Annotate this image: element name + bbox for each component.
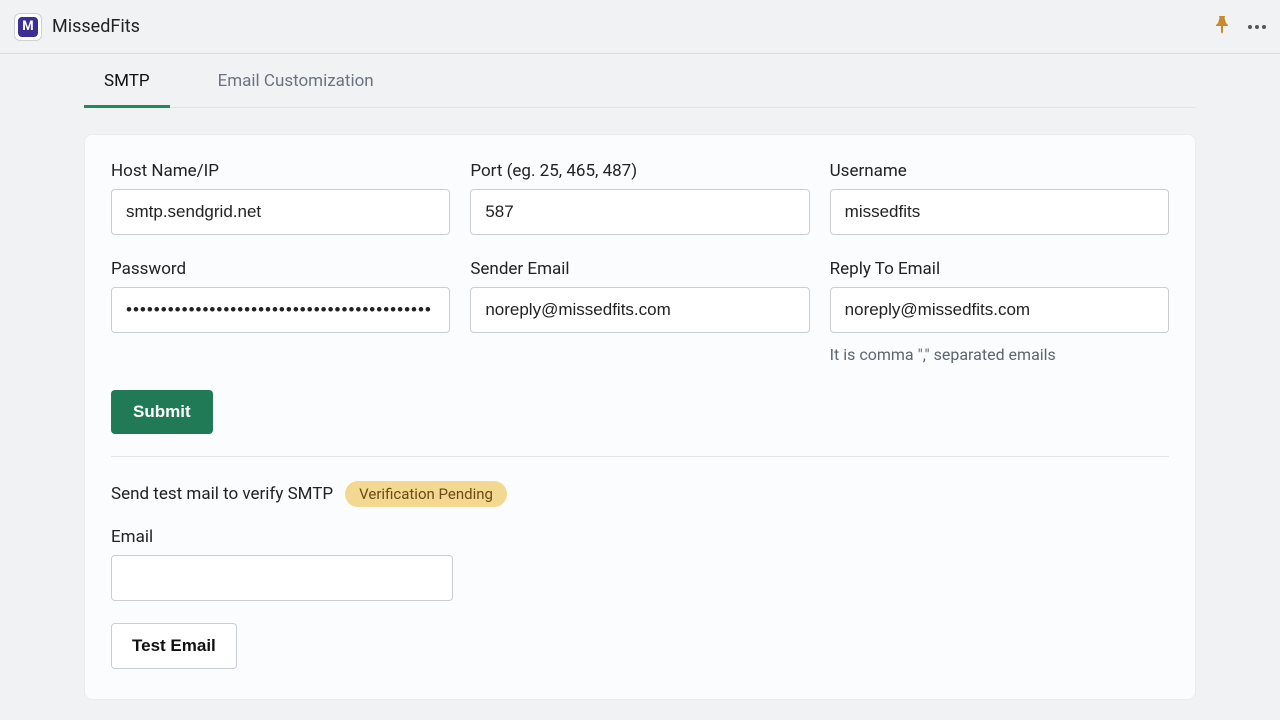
port-label: Port (eg. 25, 465, 487) [470,161,809,181]
password-label: Password [111,259,450,279]
port-input[interactable] [470,189,809,235]
test-heading-row: Send test mail to verify SMTP Verificati… [111,481,1169,507]
divider [111,456,1169,457]
tabs: SMTP Email Customization [84,54,1196,108]
top-bar: M MissedFits [0,0,1280,54]
reply-helper: It is comma "," separated emails [830,345,1169,364]
more-icon[interactable] [1248,25,1266,29]
host-input[interactable] [111,189,450,235]
username-input[interactable] [830,189,1169,235]
top-bar-right [1214,16,1266,38]
page-content: SMTP Email Customization Host Name/IP Po… [0,54,1280,700]
submit-button[interactable]: Submit [111,390,213,434]
sender-label: Sender Email [470,259,809,279]
field-host: Host Name/IP [111,161,450,235]
verification-badge: Verification Pending [345,481,507,507]
field-port: Port (eg. 25, 465, 487) [470,161,809,235]
reply-input[interactable] [830,287,1169,333]
test-email-button[interactable]: Test Email [111,623,237,669]
app-title: MissedFits [52,16,140,37]
password-input[interactable] [111,287,450,333]
host-label: Host Name/IP [111,161,450,181]
field-reply-to: Reply To Email It is comma "," separated… [830,259,1169,364]
tab-email-customization[interactable]: Email Customization [198,54,394,107]
field-username: Username [830,161,1169,235]
app-logo: M [14,13,42,41]
top-bar-left: M MissedFits [14,13,140,41]
test-email-input[interactable] [111,555,453,601]
smtp-form: Host Name/IP Port (eg. 25, 465, 487) Use… [111,161,1169,364]
test-heading: Send test mail to verify SMTP [111,484,333,504]
test-email-label: Email [111,527,453,547]
pin-icon[interactable] [1214,16,1230,38]
field-password: Password [111,259,450,364]
field-test-email: Email [111,527,453,601]
field-sender-email: Sender Email [470,259,809,364]
tab-smtp[interactable]: SMTP [84,54,170,107]
username-label: Username [830,161,1169,181]
app-logo-letter: M [18,17,38,37]
settings-card: Host Name/IP Port (eg. 25, 465, 487) Use… [84,134,1196,700]
sender-input[interactable] [470,287,809,333]
reply-label: Reply To Email [830,259,1169,279]
